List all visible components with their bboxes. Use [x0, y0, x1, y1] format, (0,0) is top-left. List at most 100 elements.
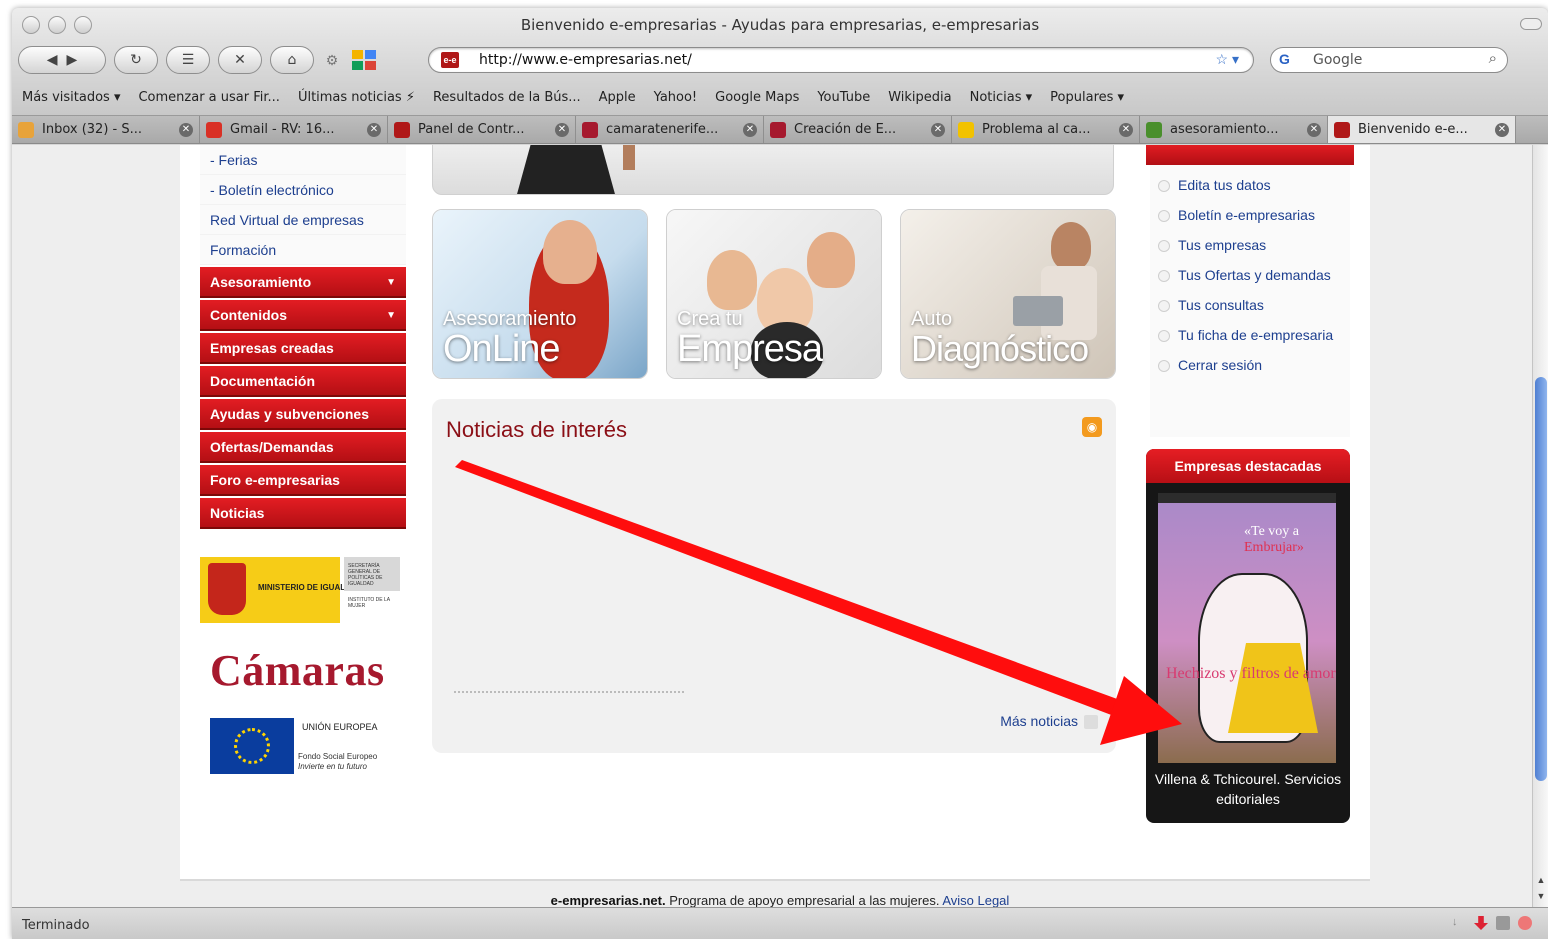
hero-banner [432, 145, 1114, 195]
bookmark-item[interactable]: Últimas noticias ⚡ [298, 90, 415, 105]
notification-icon[interactable] [1518, 916, 1532, 930]
browser-tab-active[interactable]: Bienvenido e-e... ✕ [1328, 116, 1516, 143]
status-icons: ↓ [1452, 916, 1532, 930]
reload-icon: ↻ [130, 52, 142, 68]
toolbar-toggle-button[interactable] [1520, 18, 1542, 30]
book-title: «Te voy a [1244, 524, 1300, 539]
close-tab-icon[interactable]: ✕ [179, 122, 193, 137]
tab-label: Gmail - RV: 16... [230, 122, 335, 137]
ministerio-igualdad-logo[interactable]: MINISTERIO DE IGUALDAD SECRETARÍA GENERA… [200, 557, 400, 623]
search-bar[interactable]: G Google ⌕ [1270, 47, 1508, 73]
forward-icon: ▶ [66, 52, 78, 68]
close-tab-icon[interactable]: ✕ [1307, 122, 1321, 137]
logo-text: SECRETARÍA GENERAL DE POLÍTICAS DE IGUAL… [348, 563, 383, 587]
bookmark-item[interactable]: Noticias ▾ [970, 90, 1033, 105]
download-icon[interactable]: ↓ [1452, 916, 1466, 930]
stop-button[interactable]: ✕ [218, 46, 262, 74]
nav-item-documentacion[interactable]: Documentación [200, 366, 406, 397]
service-cards: Asesoramiento OnLine Crea tu Empresa Aut… [432, 209, 1116, 381]
bookmark-star-icon[interactable]: ☆ ▾ [1216, 51, 1239, 68]
book-title: Embrujar» [1244, 540, 1304, 555]
close-tab-icon[interactable]: ✕ [367, 122, 381, 137]
menu-item-queries[interactable]: Tus consultas [1158, 295, 1338, 315]
search-input[interactable]: Google [1313, 52, 1362, 68]
menu-item-companies[interactable]: Tus empresas [1158, 235, 1338, 255]
bookmark-item[interactable]: Resultados de la Bús... [433, 90, 581, 105]
addon-icon[interactable] [1474, 916, 1488, 930]
nav-item-empresas-creadas[interactable]: Empresas creadas [200, 333, 406, 364]
menu-item-logout[interactable]: Cerrar sesión [1158, 355, 1338, 375]
browser-tab[interactable]: Inbox (32) - S... ✕ [12, 116, 200, 143]
page-body: - Ferias - Boletín electrónico Red Virtu… [180, 145, 1370, 881]
bookmark-item[interactable]: Comenzar a usar Fir... [138, 90, 279, 105]
scroll-up-icon[interactable]: ▲ [1535, 875, 1547, 885]
window-title: Bienvenido e-empresarias - Ayudas para e… [520, 16, 1040, 34]
menu-item-edit-data[interactable]: Edita tus datos [1158, 175, 1338, 195]
more-news-icon[interactable] [1084, 715, 1098, 729]
news-divider [454, 691, 684, 693]
bullet-icon [1158, 360, 1170, 372]
vertical-scrollbar[interactable]: ▲ ▼ [1532, 145, 1548, 907]
nav-item-asesoramiento[interactable]: Asesoramiento ▼ [200, 267, 406, 298]
close-tab-icon[interactable]: ✕ [1119, 122, 1133, 137]
browser-tab[interactable]: camaratenerife... ✕ [576, 116, 764, 143]
nav-item-contenidos[interactable]: Contenidos ▼ [200, 300, 406, 331]
bookmark-item[interactable]: Más visitados ▾ [22, 90, 120, 105]
browser-tab[interactable]: Creación de E... ✕ [764, 116, 952, 143]
close-tab-icon[interactable]: ✕ [1495, 122, 1509, 137]
close-tab-icon[interactable]: ✕ [743, 122, 757, 137]
featured-book-cover[interactable]: «Te voy a Embrujar» Hechizos y filtros d… [1158, 493, 1336, 763]
bookmark-item[interactable]: YouTube [817, 90, 870, 105]
union-europea-logo[interactable]: UNIÓN EUROPEA Fondo Social Europeo Invie… [210, 718, 390, 774]
address-bar[interactable]: e-e http://www.e-empresarias.net/ ☆ ▾ [428, 47, 1254, 73]
card-crea-tu-empresa[interactable]: Crea tu Empresa [666, 209, 882, 379]
browser-tab[interactable]: asesoramiento... ✕ [1140, 116, 1328, 143]
tab-favicon-icon [958, 121, 974, 138]
nav-subitem[interactable]: - Ferias [200, 145, 406, 175]
rss-icon[interactable]: ◉ [1082, 417, 1102, 437]
nav-item-noticias[interactable]: Noticias [200, 498, 406, 529]
apps-icon[interactable] [350, 48, 378, 72]
reload-button[interactable]: ↻ [114, 46, 158, 74]
nav-subitem[interactable]: - Boletín electrónico [200, 175, 406, 205]
bookmark-item[interactable]: Populares ▾ [1050, 90, 1124, 105]
gear-icon[interactable]: ⚙ [322, 52, 342, 69]
navigation-buttons: ◀ ▶ ↻ ☰ ✕ ⌂ ⚙ [18, 46, 378, 74]
tab-favicon-icon [1146, 121, 1162, 138]
nav-item-ayudas[interactable]: Ayudas y subvenciones [200, 399, 406, 430]
camaras-logo[interactable]: Cámaras [210, 645, 385, 696]
history-button[interactable]: ☰ [166, 46, 210, 74]
close-tab-icon[interactable]: ✕ [931, 122, 945, 137]
scrollbar-thumb[interactable] [1535, 377, 1547, 781]
card-auto-diagnostico[interactable]: Auto Diagnóstico [900, 209, 1116, 379]
more-news-link[interactable]: Más noticias [1000, 713, 1078, 729]
menu-item-newsletter[interactable]: Boletín e-empresarias [1158, 205, 1338, 225]
featured-caption[interactable]: Villena & Tchicourel. Servicios editoria… [1146, 769, 1350, 809]
tab-favicon-icon [18, 121, 34, 138]
bookmark-item[interactable]: Google Maps [715, 90, 799, 105]
nav-subitem[interactable]: Formación [200, 235, 406, 265]
back-forward-button[interactable]: ◀ ▶ [18, 46, 106, 74]
nav-item-ofertas[interactable]: Ofertas/Demandas [200, 432, 406, 463]
menu-item-offers[interactable]: Tus Ofertas y demandas [1158, 265, 1338, 285]
url-text[interactable]: http://www.e-empresarias.net/ [479, 52, 692, 68]
scroll-down-icon[interactable]: ▼ [1535, 891, 1547, 901]
bookmark-item[interactable]: Yahoo! [654, 90, 697, 105]
card-asesoramiento-online[interactable]: Asesoramiento OnLine [432, 209, 648, 379]
nav-item-label: Empresas creadas [210, 340, 334, 356]
google-icon[interactable]: G [1279, 51, 1290, 67]
nav-subitem[interactable]: Red Virtual de empresas [200, 205, 406, 235]
bookmark-item[interactable]: Wikipedia [888, 90, 951, 105]
bookmark-item[interactable]: Apple [599, 90, 636, 105]
bookmarks-bar: Más visitados ▾ Comenzar a usar Fir... Ú… [22, 90, 1124, 105]
nav-item-foro[interactable]: Foro e-empresarias [200, 465, 406, 496]
search-icon[interactable]: ⌕ [1489, 50, 1497, 67]
extension-icon[interactable] [1496, 916, 1510, 930]
menu-item-profile[interactable]: Tu ficha de e-empresaria [1158, 325, 1338, 345]
legal-notice-link[interactable]: Aviso Legal [942, 893, 1009, 907]
home-button[interactable]: ⌂ [270, 46, 314, 74]
close-tab-icon[interactable]: ✕ [555, 122, 569, 137]
browser-tab[interactable]: Problema al ca... ✕ [952, 116, 1140, 143]
browser-tab[interactable]: Gmail - RV: 16... ✕ [200, 116, 388, 143]
browser-tab[interactable]: Panel de Contr... ✕ [388, 116, 576, 143]
